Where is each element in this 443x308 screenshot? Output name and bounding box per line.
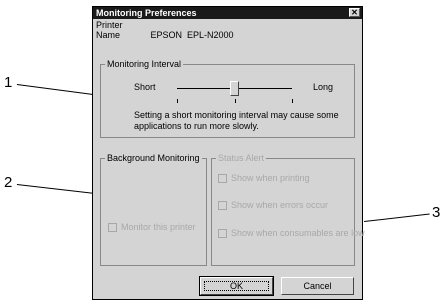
- status-alert-group: Status Alert Show when printing Show whe…: [211, 153, 365, 266]
- monitoring-interval-group: Monitoring Interval Short Long Setting a…: [100, 59, 355, 138]
- show-printing-checkbox[interactable]: [218, 173, 227, 183]
- show-errors-checkbox[interactable]: [218, 200, 227, 210]
- status-alert-title: Status Alert: [216, 153, 267, 164]
- callout-1: 1: [4, 74, 13, 91]
- interval-note-line1: Setting a short monitoring interval may …: [134, 110, 339, 120]
- long-label: Long: [313, 82, 334, 92]
- slider-tick: [292, 99, 293, 103]
- ok-button[interactable]: OK: [199, 276, 274, 296]
- cancel-label: Cancel: [303, 281, 332, 291]
- monitoring-interval-title: Monitoring Interval: [105, 59, 184, 70]
- printer-name-label: Printer Name: [96, 20, 123, 40]
- cancel-button[interactable]: Cancel: [281, 277, 354, 295]
- interval-slider-thumb[interactable]: [230, 81, 239, 96]
- printer-name-value: EPSON EPL-N2000: [150, 30, 234, 40]
- background-monitoring-group: Background Monitoring Monitor this print…: [100, 153, 207, 266]
- show-printing-label: Show when printing: [231, 173, 310, 183]
- show-errors-label: Show when errors occur: [231, 200, 329, 210]
- show-printing-row[interactable]: Show when printing: [218, 173, 310, 183]
- close-icon: ✕: [351, 8, 358, 17]
- show-consumables-row[interactable]: Show when consumables are low: [218, 228, 365, 238]
- monitor-printer-label: Monitor this printer: [121, 222, 196, 232]
- title-bar: Monitoring Preferences ✕: [93, 7, 362, 19]
- interval-note-line2: applications to run more slowly.: [134, 121, 259, 131]
- show-consumables-checkbox[interactable]: [218, 228, 227, 238]
- background-monitoring-title: Background Monitoring: [105, 153, 202, 164]
- slider-tick: [235, 99, 236, 103]
- callout-2: 2: [4, 174, 13, 191]
- ok-label: OK: [229, 281, 243, 291]
- monitoring-preferences-dialog: Monitoring Preferences ✕ Printer Name EP…: [92, 6, 365, 300]
- short-label: Short: [134, 82, 156, 92]
- dialog-title: Monitoring Preferences: [96, 8, 197, 18]
- printer-name-row: Printer Name EPSON EPL-N2000: [96, 20, 234, 40]
- show-errors-row[interactable]: Show when errors occur: [218, 200, 328, 210]
- slider-tick: [177, 99, 178, 103]
- show-consumables-label: Show when consumables are low: [231, 228, 365, 238]
- callout-3: 3: [432, 204, 441, 221]
- monitor-printer-checkbox[interactable]: [108, 222, 117, 232]
- close-button[interactable]: ✕: [349, 8, 360, 17]
- monitor-printer-checkbox-row[interactable]: Monitor this printer: [108, 222, 196, 232]
- leader-line-3: [364, 213, 430, 222]
